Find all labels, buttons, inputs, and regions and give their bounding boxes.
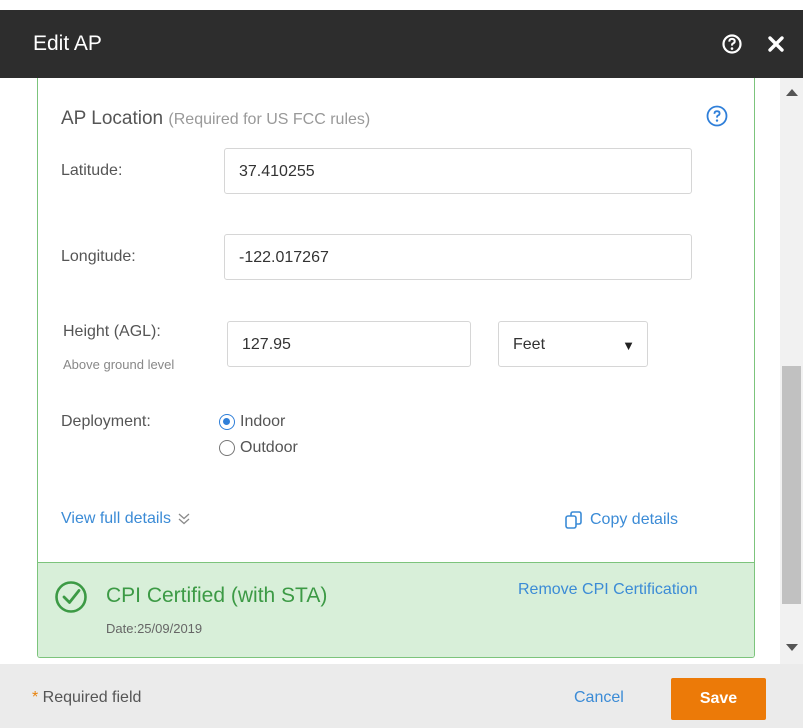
help-circle-icon[interactable]: [705, 104, 729, 128]
radio-indoor[interactable]: Indoor: [219, 413, 285, 431]
scroll-down-arrow-icon[interactable]: [786, 644, 798, 651]
view-full-details-link[interactable]: View full details: [61, 510, 191, 528]
ap-location-card: AP Location (Required for US FCC rules) …: [37, 78, 755, 658]
radio-outdoor-label: Outdoor: [240, 439, 298, 456]
help-icon[interactable]: [718, 30, 746, 58]
dialog-footer: * Required field Cancel Save: [0, 664, 803, 728]
required-field-text: Required field: [38, 689, 142, 706]
copy-details-text: Copy details: [590, 511, 679, 528]
section-title-note: (Required for US FCC rules): [168, 111, 371, 128]
unit-select-value: Feet: [513, 336, 546, 353]
radio-indoor-label: Indoor: [240, 413, 286, 430]
height-input[interactable]: 127.95: [227, 321, 471, 367]
view-full-details-text: View full details: [61, 510, 171, 527]
longitude-input[interactable]: -122.017267: [224, 234, 692, 280]
deployment-label: Deployment:: [61, 413, 151, 430]
remove-cpi-certification-link[interactable]: Remove CPI Certification: [518, 581, 698, 599]
check-circle-icon: [54, 580, 88, 614]
section-title: AP Location (Required for US FCC rules): [61, 108, 370, 130]
vertical-scrollbar[interactable]: [780, 78, 803, 664]
double-chevron-down-icon: [177, 512, 191, 526]
dialog-title: Edit AP: [33, 32, 102, 55]
latitude-label: Latitude:: [61, 162, 123, 179]
save-button[interactable]: Save: [671, 678, 766, 720]
scroll-thumb[interactable]: [782, 366, 801, 604]
dialog-header: Edit AP: [0, 10, 803, 78]
cpi-certified-title: CPI Certified (with STA): [106, 584, 328, 607]
radio-outdoor-button[interactable]: [219, 440, 235, 456]
copy-icon: [564, 510, 584, 530]
radio-indoor-button[interactable]: [219, 414, 235, 430]
longitude-label: Longitude:: [61, 248, 136, 265]
copy-details-link[interactable]: Copy details: [564, 510, 678, 530]
unit-select[interactable]: Feet ▼: [498, 321, 648, 367]
section-title-text: AP Location: [61, 108, 164, 129]
radio-outdoor[interactable]: Outdoor: [219, 439, 298, 457]
cpi-certified-date: Date:25/09/2019: [106, 621, 203, 636]
close-icon[interactable]: [762, 30, 790, 58]
cpi-certification-panel: CPI Certified (with STA) Date:25/09/2019…: [38, 562, 754, 657]
latitude-input[interactable]: 37.410255: [224, 148, 692, 194]
height-sublabel: Above ground level: [63, 357, 175, 372]
dropdown-arrow-icon: ▼: [622, 338, 635, 353]
height-label: Height (AGL):: [63, 323, 161, 340]
cancel-button[interactable]: Cancel: [574, 689, 624, 707]
required-field-note: * Required field: [32, 689, 141, 707]
top-strip: [0, 0, 803, 10]
scroll-up-arrow-icon[interactable]: [786, 89, 798, 96]
